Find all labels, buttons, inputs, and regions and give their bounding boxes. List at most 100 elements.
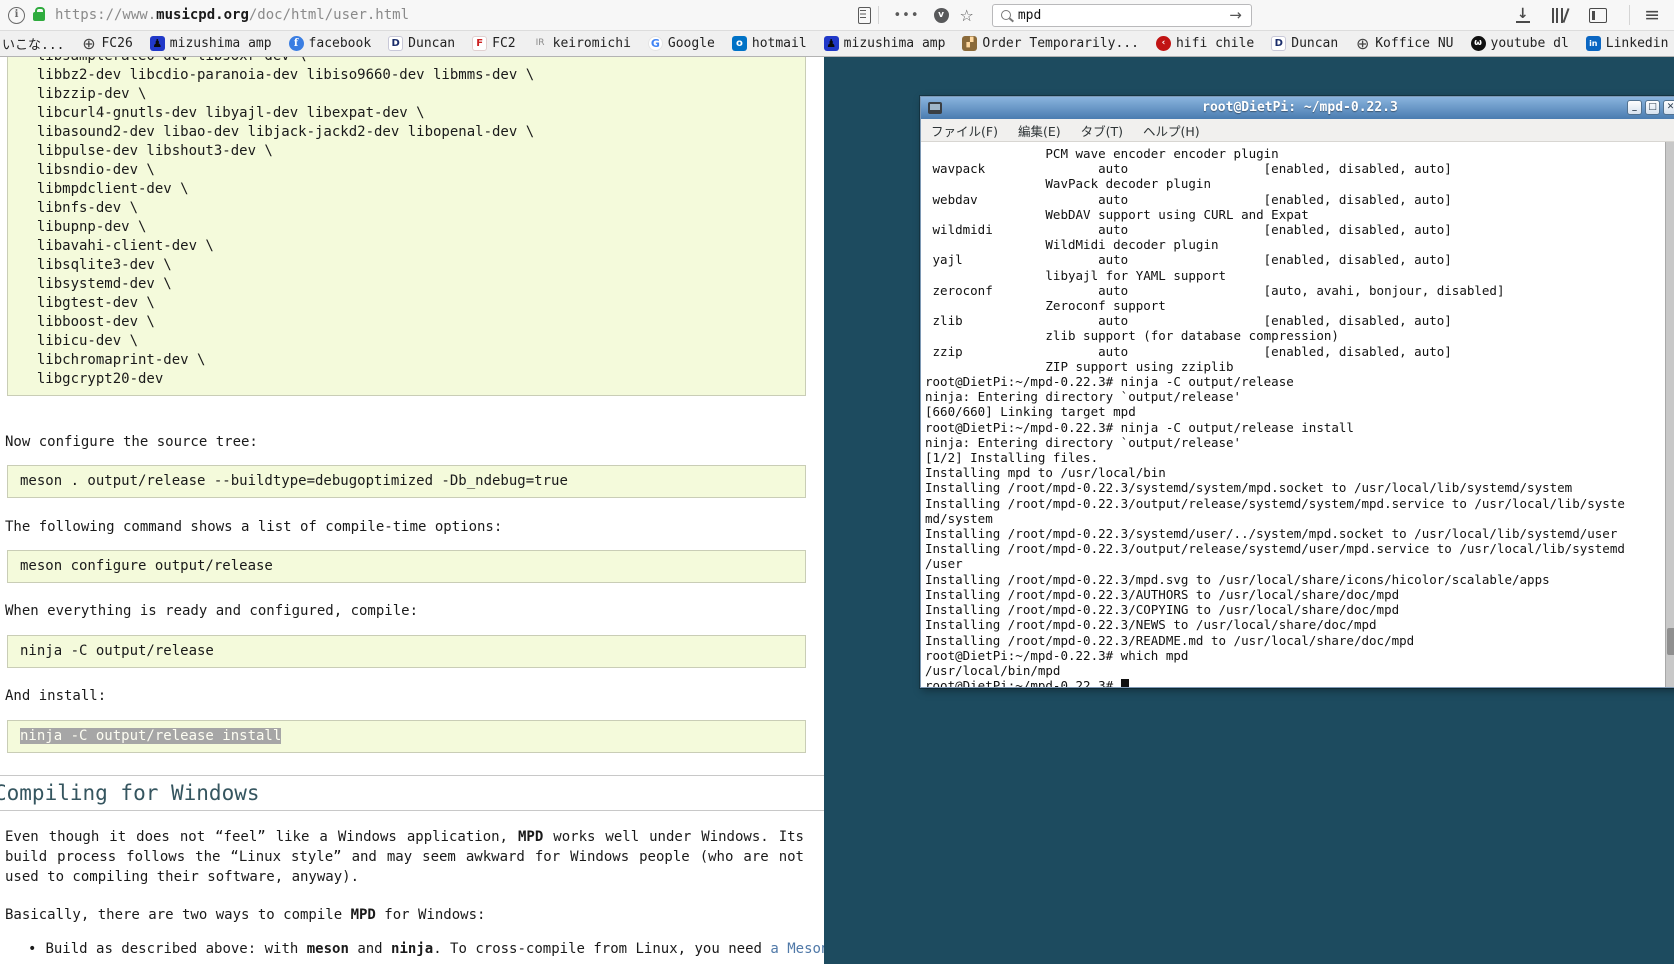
bookmark-item[interactable]: GGoogle	[648, 36, 715, 51]
bookmark-item[interactable]: ♟ mizushima amp	[824, 36, 946, 51]
text-run: Basically, there are two ways to compile	[5, 907, 351, 923]
paragraph-configure: Now configure the source tree:	[5, 434, 804, 450]
bookmark-label: FC26	[101, 36, 132, 51]
duncan-icon: D	[1271, 36, 1286, 51]
pocket-icon[interactable]: v	[934, 8, 949, 23]
bookmark-item[interactable]: いこな...	[2, 34, 64, 53]
meson-link[interactable]: a Meson	[770, 941, 824, 957]
search-go-icon[interactable]: →	[1229, 6, 1242, 24]
browser-navbar: i https://www.musicpd.org/doc/html/user.…	[0, 0, 1674, 31]
paragraph-options: The following command shows a list of co…	[5, 519, 804, 535]
bookmark-item[interactable]: ▞Order Temporarily...	[962, 36, 1139, 51]
menu-icon[interactable]: ≡	[1644, 4, 1660, 26]
paragraph-windows-intro: Even though it does not “feel” like a Wi…	[5, 827, 804, 887]
code-block-ninja: ninja -C output/release	[7, 635, 806, 668]
globe-icon: ⊕	[1355, 36, 1370, 51]
hifi-icon: ‹	[1156, 36, 1171, 51]
terminal-title: root@DietPi: ~/mpd-0.22.3	[921, 97, 1674, 119]
paragraph-two-ways: Basically, there are two ways to compile…	[5, 905, 804, 925]
fb-icon: f	[289, 36, 304, 51]
globe-icon: ⊕	[81, 36, 96, 51]
hot-icon: o	[732, 36, 747, 51]
minimize-button[interactable]: _	[1627, 100, 1642, 115]
fc2-icon: F	[472, 36, 487, 51]
sidebar-toggle-icon[interactable]	[1589, 8, 1607, 23]
bookmark-label: mizushima amp	[844, 36, 946, 51]
text-run: and	[349, 941, 391, 957]
paragraph-install: And install:	[5, 688, 804, 704]
url-domain: musicpd.org	[156, 7, 249, 23]
bookmark-item[interactable]: FFC2	[472, 36, 515, 51]
url-scheme: https://www.	[55, 7, 156, 23]
toolbar-separator	[1629, 5, 1630, 25]
text-run: . To cross-compile from Linux, you need	[433, 941, 770, 957]
terminal-titlebar[interactable]: root@DietPi: ~/mpd-0.22.3 _ □ ✕	[921, 97, 1674, 119]
bookmark-item[interactable]: ⊕ FC26	[81, 36, 132, 51]
bookmark-item[interactable]: ⊕ Koffice NU	[1355, 36, 1453, 51]
bookmark-item[interactable]: ‹ hifi chile	[1156, 36, 1254, 51]
duncan-icon: D	[388, 36, 403, 51]
order-icon: ▞	[962, 36, 977, 51]
code-block-ninja-install: ninja -C output/release install	[7, 720, 806, 753]
selected-text: ninja -C output/release install	[20, 728, 281, 744]
bookmark-label: facebook	[309, 36, 372, 51]
menu-edit[interactable]: 編集(E)	[1018, 121, 1061, 140]
bookmark-item[interactable]: ωyoutube dl	[1471, 36, 1569, 51]
meson-bold: meson	[307, 941, 349, 957]
paragraph-compile: When everything is ready and configured,…	[5, 603, 804, 619]
gh-icon: ω	[1471, 36, 1486, 51]
terminal-menubar: ファイル(F) 編集(E) タブ(T) ヘルプ(H)	[921, 119, 1674, 142]
lock-icon[interactable]	[33, 12, 45, 21]
g-icon: G	[648, 36, 663, 51]
text-run: Even though it does not “feel” like a Wi…	[5, 829, 518, 845]
code-block-dependencies: libsamplerate0-dev libsoxr-dev \ libbz2-…	[7, 57, 806, 396]
amp-icon: ♟	[824, 36, 839, 51]
url-path: /doc/html/user.html	[249, 7, 409, 23]
bookmark-item[interactable]: DDuncan	[1271, 36, 1338, 51]
bookmark-item[interactable]: ohotmail	[732, 36, 807, 51]
bullet-text: Build as described above: with meson and…	[45, 940, 824, 959]
code-block-meson-configure: meson configure output/release	[7, 550, 806, 583]
bookmark-item[interactable]: inLinkedin	[1586, 36, 1669, 51]
ir-icon: IR	[533, 36, 548, 51]
menu-file[interactable]: ファイル(F)	[931, 121, 998, 140]
site-info-icon[interactable]: i	[8, 7, 25, 24]
menu-tab[interactable]: タブ(T)	[1081, 121, 1123, 140]
section-heading-wrap: Compiling for Windows	[0, 775, 824, 811]
mpd-bold: MPD	[518, 829, 543, 845]
terminal-cursor	[1121, 679, 1129, 687]
bookmark-item[interactable]: f facebook	[289, 36, 372, 51]
code-block-meson: meson . output/release --buildtype=debug…	[7, 465, 806, 498]
terminal-body[interactable]: PCM wave encoder encoder plugin wavpack …	[921, 142, 1674, 687]
url-bar[interactable]: https://www.musicpd.org/doc/html/user.ht…	[55, 7, 409, 23]
close-button[interactable]: ✕	[1663, 100, 1674, 115]
bookmark-star-icon[interactable]: ☆	[960, 6, 974, 25]
bookmarks-bar: いこな... ⊕ FC26 ♟ mizushima amp f facebook D Dunca…	[0, 31, 1674, 57]
navbar-separator	[878, 6, 879, 24]
page-actions-icon[interactable]: •••	[893, 8, 919, 23]
ninja-bold: ninja	[391, 941, 433, 957]
terminal-prompt-line: root@DietPi:~/mpd-0.22.3#	[921, 678, 1674, 687]
reader-mode-icon[interactable]	[858, 7, 871, 24]
terminal-window: root@DietPi: ~/mpd-0.22.3 _ □ ✕ ファイル(F) …	[920, 96, 1674, 688]
maximize-button[interactable]: □	[1645, 100, 1660, 115]
search-input[interactable]: mpd	[1018, 8, 1229, 23]
bookmark-label: Koffice NU	[1375, 36, 1453, 51]
bookmark-item[interactable]: IRkeiromichi	[533, 36, 631, 51]
list-item: • Build as described above: with meson a…	[28, 940, 824, 959]
terminal-scrollbar[interactable]	[1665, 142, 1674, 687]
text-run: for Windows:	[376, 907, 486, 923]
library-icon[interactable]	[1552, 8, 1568, 23]
terminal-scrollbar-thumb[interactable]	[1667, 628, 1674, 655]
amp-icon: ♟	[150, 36, 165, 51]
bookmark-item[interactable]: D Duncan	[388, 36, 455, 51]
bookmark-item[interactable]: ♟mizushima amp	[150, 36, 272, 51]
downloads-icon[interactable]: ↓	[1516, 8, 1530, 23]
bullet-marker: •	[28, 940, 36, 959]
bookmark-label: hifi chile	[1176, 36, 1254, 51]
bookmark-label: Duncan	[408, 36, 455, 51]
in-icon: in	[1586, 36, 1601, 51]
menu-help[interactable]: ヘルプ(H)	[1143, 121, 1200, 140]
search-field[interactable]: mpd →	[992, 4, 1252, 27]
prompt-text: root@DietPi:~/mpd-0.22.3#	[925, 678, 1121, 687]
